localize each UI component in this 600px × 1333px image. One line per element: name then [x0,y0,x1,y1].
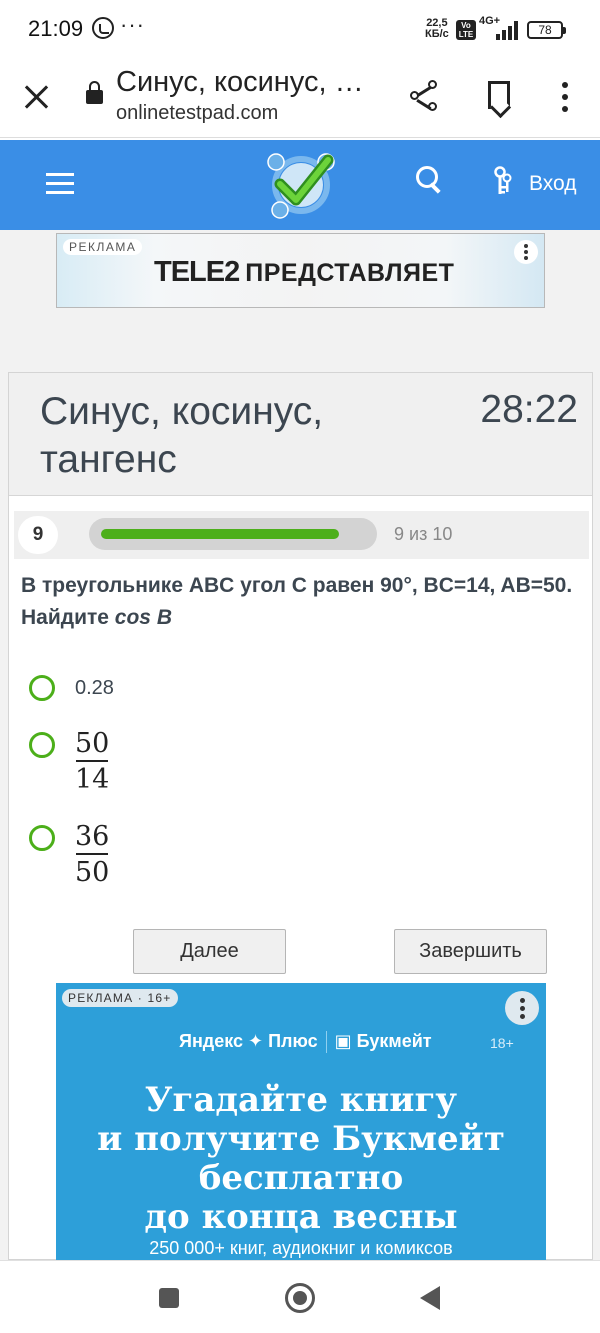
question-body: В треугольнике ABC угол C равен 90°, BC=… [21,574,573,629]
home-icon[interactable] [285,1283,315,1313]
progress-row: 9 9 из 10 [14,511,589,559]
finish-button[interactable]: Завершить [394,929,547,974]
ad-banner-bottom[interactable]: РЕКЛАМА · 16+ Яндекс ✦ Плюс ▣ Букмейт 18+… [56,983,546,1260]
fraction-denominator: 50 [75,857,110,888]
volte-icon: Vo LTE [456,20,476,40]
ad-subline: 250 000+ книг, аудиокниг и комиксов [149,1238,453,1258]
system-nav-bar [0,1260,600,1333]
battery-icon: 78 [527,21,566,39]
fraction-denominator: 14 [75,764,110,795]
ad-brands: Яндекс ✦ Плюс ▣ Букмейт [179,1031,432,1054]
ad-headline-line: и получите Букмейт [97,1119,505,1159]
keys-icon[interactable] [490,166,514,198]
ad-brand-yandex-plus: Яндекс ✦ Плюс [179,1031,318,1051]
progress-count: 9 из 10 [394,524,453,544]
fraction: 50 14 [75,727,109,795]
ad-text: TELE2 ПРЕДСТАВЛЯЕТ [154,256,454,289]
answer-option-2[interactable]: 50 14 [29,727,329,799]
question-formula: cos B [114,606,172,629]
login-link[interactable]: Вход [529,172,577,196]
ad-headline-line: Угадайте книгу [144,1080,458,1120]
hamburger-menu-icon[interactable] [46,173,74,195]
browser-toolbar: Синус, косинус, … onlinetestpad.com [0,60,600,138]
ad-brand: TELE2 [154,256,240,288]
question-number: 9 [18,516,58,554]
status-time: 21:09 [28,16,84,41]
back-icon[interactable] [420,1286,440,1310]
site-logo[interactable] [262,148,340,222]
radio-button[interactable] [29,825,55,851]
bookmark-icon[interactable] [488,81,510,109]
browser-url[interactable]: onlinetestpad.com [116,102,278,125]
timer: 28:22 [480,388,578,431]
ad-brand-bookmate: Букмейт [356,1031,432,1051]
progress-bar-fill [101,529,339,539]
close-icon[interactable] [22,82,52,112]
ad-headline: Угадайте книгу и получите Букмейт беспла… [56,1081,546,1237]
ad-options-icon[interactable] [514,240,538,264]
next-button[interactable]: Далее [133,929,286,974]
share-icon[interactable] [410,80,442,112]
ad-label: РЕКЛАМА · 16+ [62,989,178,1007]
answer-option-1[interactable]: 0.28 [29,673,329,705]
site-header: Вход [0,140,600,230]
answer-option-3[interactable]: 36 50 [29,820,329,892]
fraction-numerator: 36 [75,821,110,852]
bookmate-icon: ▣ [334,1031,357,1051]
ad-label: РЕКЛАМА [63,239,143,255]
whatsapp-icon [92,17,114,39]
overflow-menu-icon[interactable] [558,82,572,112]
fraction: 36 50 [75,820,109,888]
ad-banner-top[interactable]: РЕКЛАМА TELE2 ПРЕДСТАВЛЯЕТ [56,233,545,308]
network-speed-unit: КБ/с [425,28,449,40]
ad-headline-line: бесплатно [198,1158,404,1198]
signal-icon [496,20,520,40]
progress-bar [89,518,377,550]
recents-icon[interactable] [159,1288,179,1308]
test-header: Синус, косинус, тангенс 28:22 [9,373,592,496]
ad-message: ПРЕДСТАВЛЯЕТ [245,259,455,287]
radio-button[interactable] [29,675,55,701]
more-notifications-icon: ··· [120,12,145,37]
ad-headline-line: до конца весны [144,1197,458,1237]
search-icon[interactable] [416,166,444,196]
radio-button[interactable] [29,732,55,758]
status-bar: 21:09 ··· 22,5 КБ/с Vo LTE 4G+ 78 [0,0,600,60]
answer-option-label: 0.28 [75,677,114,699]
age-rating: 18+ [490,1035,514,1051]
test-title: Синус, косинус, тангенс [40,390,324,481]
browser-page-title[interactable]: Синус, косинус, … [116,66,364,99]
ad-options-icon[interactable] [505,991,539,1025]
question-text: В треугольнике ABC угол C равен 90°, BC=… [21,570,591,634]
fraction-numerator: 50 [75,728,110,759]
lock-icon[interactable] [86,81,103,104]
network-speed: 22,5 КБ/с [425,18,449,40]
